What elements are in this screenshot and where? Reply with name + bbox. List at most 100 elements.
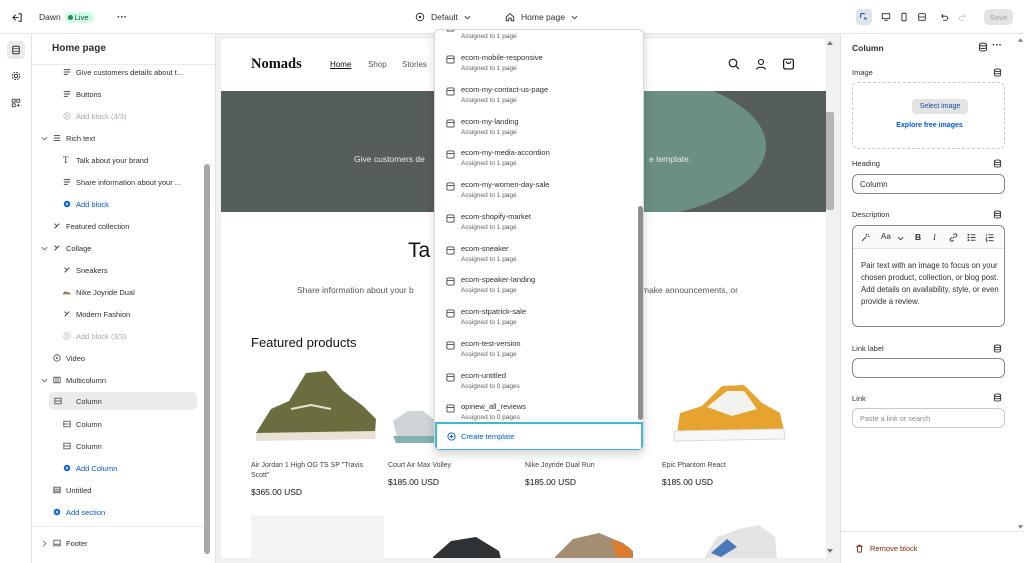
scroll-up-arrow-icon[interactable] — [826, 40, 834, 46]
product-image[interactable] — [662, 361, 792, 451]
tree-block-column[interactable]: Column — [32, 415, 204, 433]
template-option[interactable]: ecom-my-women-day-sale Assigned to 1 pag… — [435, 177, 635, 209]
tree-section-rich-text[interactable]: Rich text — [32, 129, 204, 147]
nav-link-home[interactable]: Home — [330, 60, 351, 69]
chevron-down-icon[interactable] — [41, 245, 48, 252]
explore-free-images-link[interactable]: Explore free images — [853, 122, 1006, 129]
mobile-view-icon[interactable] — [896, 9, 912, 25]
tree-block-text[interactable]: Give customers details about t... — [32, 63, 204, 81]
text-style-icon[interactable]: Aa — [881, 232, 891, 241]
remove-block-button[interactable]: Remove block — [855, 544, 918, 553]
collection-icon — [64, 267, 70, 273]
inspector-toggle-icon[interactable] — [856, 9, 872, 25]
chevron-right-icon[interactable] — [41, 540, 48, 547]
link-label-input[interactable] — [852, 358, 1005, 378]
database-icon[interactable] — [993, 210, 1002, 219]
tree-block-heading[interactable]: T Talk about your brand — [32, 151, 204, 169]
search-icon[interactable] — [728, 58, 740, 70]
tree-section-multicolumn[interactable]: Multicolumn — [32, 371, 204, 389]
bold-icon[interactable]: B — [915, 232, 921, 242]
more-actions-button[interactable]: ··· — [117, 0, 127, 34]
template-option[interactable]: Assigned to 1 page — [435, 30, 635, 50]
tree-section-footer[interactable]: Footer — [32, 534, 204, 552]
product-title[interactable]: Air Jordan 1 High OG TS SP "Travis Scott… — [251, 461, 381, 481]
create-template-button[interactable]: Create template — [435, 422, 643, 450]
tree-block-column-selected[interactable]: Column — [49, 392, 197, 410]
add-block-button[interactable]: Add block — [32, 195, 204, 213]
product-image-placeholder[interactable] — [251, 515, 384, 558]
add-column-button[interactable]: Add Column — [32, 459, 204, 477]
tree-block-buttons[interactable]: Buttons — [32, 85, 204, 103]
sections-icon[interactable] — [7, 41, 25, 59]
undo-icon[interactable] — [936, 9, 952, 25]
tree-section-video[interactable]: Video — [32, 349, 204, 367]
redo-icon[interactable] — [955, 9, 971, 25]
template-option[interactable]: ecom-stpatrick-sale Assigned to 1 page — [435, 304, 635, 336]
add-block-disabled: Add block (3/3) — [32, 327, 204, 345]
tree-section-featured-collection[interactable]: Featured collection — [32, 217, 204, 235]
database-icon[interactable] — [978, 42, 988, 52]
template-option[interactable]: ecom-my-contact-us-page Assigned to 1 pa… — [435, 82, 635, 114]
template-option[interactable]: ecom-test-version Assigned to 1 page — [435, 336, 635, 368]
numbered-list-icon[interactable] — [985, 233, 994, 242]
dropdown-scrollbar[interactable] — [638, 206, 643, 420]
panel-more-button[interactable]: ··· — [992, 40, 1002, 51]
exit-icon[interactable] — [9, 9, 25, 25]
template-option[interactable]: ecom-my-media-accordion Assigned to 1 pa… — [435, 145, 635, 177]
tree-block-column[interactable]: Column — [32, 437, 204, 455]
tree-block-text[interactable]: Share information about your ... — [32, 173, 204, 191]
chevron-down-icon[interactable] — [897, 235, 904, 242]
save-button[interactable]: Save — [984, 9, 1013, 25]
product-image[interactable] — [431, 535, 503, 558]
italic-icon[interactable]: I — [933, 232, 936, 242]
store-logo[interactable]: Nomads — [251, 56, 302, 73]
tree-block-product[interactable]: Nike Joyride Dual — [32, 283, 204, 301]
scroll-down-arrow-icon[interactable] — [826, 548, 834, 554]
description-text[interactable]: Pair text with an image to focus on your… — [861, 260, 999, 308]
fullscreen-icon[interactable] — [914, 9, 930, 25]
settings-gear-icon[interactable] — [7, 67, 25, 85]
product-image[interactable] — [251, 361, 381, 451]
account-icon[interactable] — [755, 58, 767, 70]
product-title[interactable]: Nike Joyride Dual Run — [525, 461, 595, 471]
bullet-list-icon[interactable] — [967, 233, 976, 242]
database-icon[interactable] — [993, 68, 1002, 77]
link-icon[interactable] — [949, 233, 958, 242]
template-option[interactable]: ecom-mobile-responsive Assigned to 1 pag… — [435, 50, 635, 82]
tree-section-untitled[interactable]: Untitled — [32, 481, 204, 499]
cart-icon[interactable] — [782, 57, 795, 70]
database-icon[interactable] — [993, 344, 1002, 353]
nav-link-stories[interactable]: Stories — [402, 60, 427, 69]
link-input[interactable]: Paste a link or search — [852, 408, 1005, 428]
product-title[interactable]: Court Air Max Volley — [388, 461, 451, 471]
tree-section-collage[interactable]: Collage — [32, 239, 204, 257]
heading-block-icon: T — [63, 155, 69, 165]
preview-scrollbar[interactable] — [826, 112, 834, 210]
template-option[interactable]: ecom-shopify-market Assigned to 1 page — [435, 209, 635, 241]
scroll-down-arrow-icon[interactable] — [1017, 524, 1024, 530]
tree-block-sneakers[interactable]: Sneakers — [32, 261, 204, 279]
chevron-down-icon[interactable] — [41, 377, 48, 384]
select-image-button[interactable]: Select image — [912, 99, 968, 114]
desktop-view-icon[interactable] — [878, 9, 894, 25]
add-section-button[interactable]: Add section — [32, 503, 204, 521]
sidebar-scrollbar[interactable] — [204, 164, 210, 554]
template-icon — [446, 30, 455, 32]
database-icon[interactable] — [993, 393, 1002, 402]
template-option[interactable]: ecom-sneaker Assigned to 1 page — [435, 241, 635, 273]
template-option[interactable]: ecom-my-landing Assigned to 1 page — [435, 114, 635, 146]
template-option[interactable]: ecom-untitled Assigned to 0 pages — [435, 368, 635, 400]
nav-link-shop[interactable]: Shop — [368, 60, 387, 69]
description-rich-text-editor[interactable]: Aa B I Pair text with an image to focus … — [852, 225, 1005, 327]
chevron-down-icon[interactable] — [41, 135, 48, 142]
product-image[interactable] — [697, 523, 783, 558]
product-image[interactable] — [551, 529, 637, 558]
scroll-up-arrow-icon[interactable] — [1017, 37, 1024, 43]
template-option[interactable]: ecom-speaker-landing Assigned to 1 page — [435, 272, 635, 304]
heading-input[interactable]: Column — [852, 174, 1005, 194]
product-title[interactable]: Epic Phantom React — [662, 461, 726, 471]
apps-icon[interactable] — [7, 94, 25, 112]
magic-wand-icon[interactable] — [861, 233, 870, 242]
database-icon[interactable] — [993, 159, 1002, 168]
tree-block-collection[interactable]: Modern Fashion — [32, 305, 204, 323]
